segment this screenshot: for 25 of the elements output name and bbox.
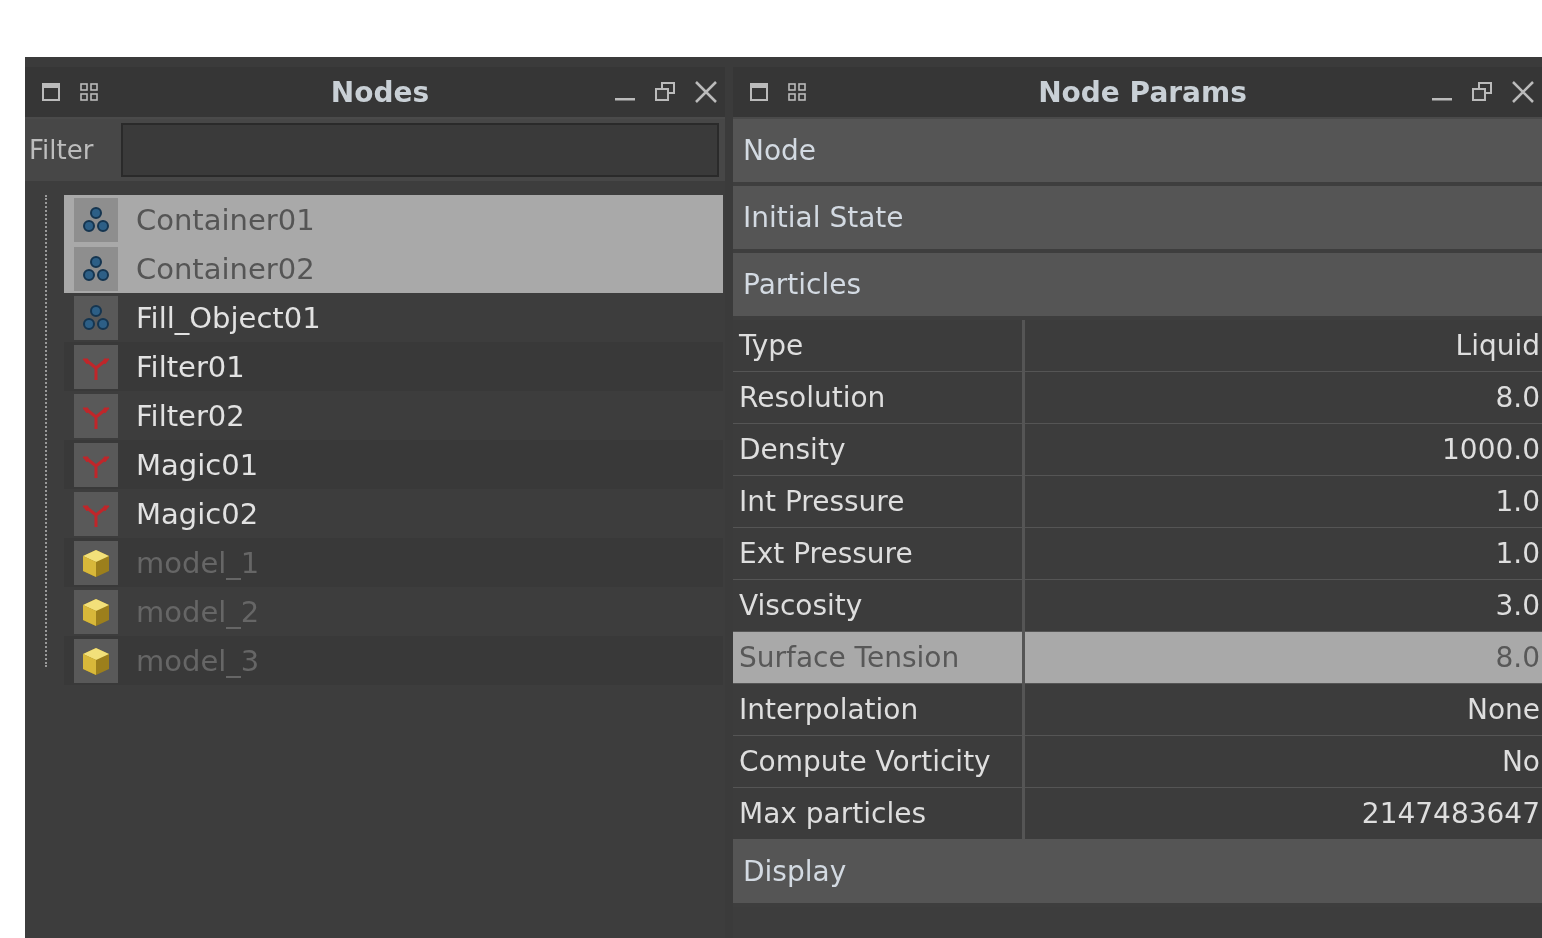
close-icon[interactable] (693, 79, 719, 105)
grid-icon[interactable] (79, 82, 99, 102)
circles-icon (74, 246, 118, 291)
filter-field[interactable] (121, 123, 719, 177)
cube-icon (74, 638, 118, 683)
fork-icon (74, 491, 118, 536)
fork-icon (74, 393, 118, 438)
dock-icon[interactable] (41, 82, 61, 102)
grid-icon[interactable] (787, 82, 807, 102)
cube-icon (74, 540, 118, 585)
restore-icon[interactable] (653, 80, 677, 104)
fork-icon (74, 344, 118, 389)
filter-label: Filter (28, 135, 95, 165)
close-icon[interactable] (1510, 79, 1536, 105)
tree-item[interactable]: Filter01 (64, 342, 723, 391)
param-label: Surface Tension (733, 632, 1025, 683)
dock-icon[interactable] (749, 82, 769, 102)
cube-icon (74, 589, 118, 634)
panel-title: Nodes (329, 75, 431, 109)
restore-icon[interactable] (1470, 80, 1494, 104)
circles-icon (74, 295, 118, 340)
tree-item[interactable]: Magic01 (64, 440, 723, 489)
panel-title: Node Params (1037, 75, 1248, 109)
circles-icon (74, 197, 118, 242)
fork-icon (74, 442, 118, 487)
